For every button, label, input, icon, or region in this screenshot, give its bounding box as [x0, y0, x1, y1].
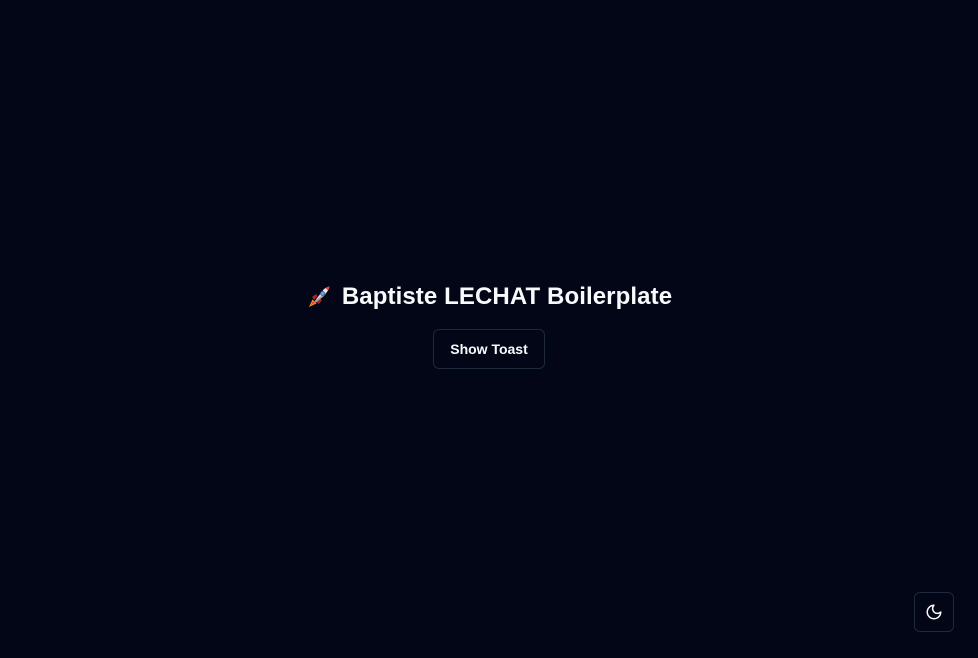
- main-content: Baptiste LECHAT Boilerplate Show Toast: [0, 0, 978, 658]
- rocket-icon: [306, 284, 332, 310]
- moon-icon: [925, 603, 943, 621]
- show-toast-button[interactable]: Show Toast: [433, 328, 545, 369]
- page-title-text: Baptiste LECHAT Boilerplate: [341, 282, 673, 310]
- page-title: Baptiste LECHAT Boilerplate: [306, 282, 672, 312]
- theme-toggle-button[interactable]: [914, 592, 954, 632]
